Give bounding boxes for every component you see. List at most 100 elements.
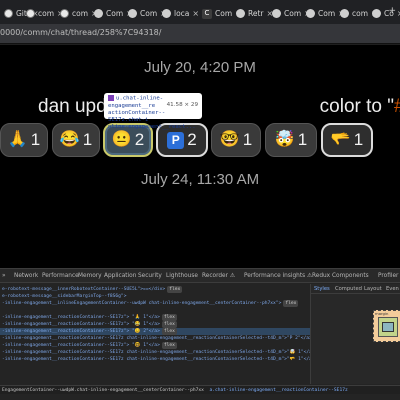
dom-node-row[interactable]: -inline-engagement__reactionContainer--S… bbox=[0, 335, 310, 342]
box-model-diagram: margin bbox=[373, 310, 400, 342]
styles-pane: Styles Computed Layout Even margin bbox=[310, 284, 400, 384]
dom-node-row[interactable]: -inline-engagement__reactionContainer--S… bbox=[0, 349, 310, 356]
dom-node-text: -inline-engagement__reactionContainer--S… bbox=[2, 315, 160, 320]
tab-label: Com bbox=[106, 9, 124, 18]
reaction-count: 1 bbox=[353, 130, 364, 149]
devtools-tab[interactable]: Lighthouse bbox=[166, 273, 198, 279]
url-text[interactable]: 0000/comm/chat/thread/258%7C94318/ bbox=[0, 28, 161, 37]
tab-label: com bbox=[352, 9, 369, 18]
tab-label: Retr bbox=[248, 9, 264, 18]
devtools-tab[interactable]: Components bbox=[332, 273, 369, 279]
reaction-exploding-head-button[interactable]: 🤯 1 bbox=[265, 123, 317, 157]
devtools-footer bbox=[0, 394, 400, 400]
flex-badge[interactable]: flex bbox=[161, 328, 177, 335]
reaction-neutral-icon: 😐 bbox=[111, 131, 132, 148]
reaction-count: 2 bbox=[134, 130, 145, 149]
tab-label: com bbox=[72, 9, 89, 18]
dom-node-text: e-robotext-message__sidebarMarginTop--f8… bbox=[2, 294, 127, 299]
reaction-count: 1 bbox=[82, 130, 93, 149]
devtools-tab[interactable]: Application bbox=[104, 273, 136, 279]
globe-icon bbox=[306, 9, 315, 18]
globe-icon bbox=[94, 9, 103, 18]
dom-node-text: -inline-engagement__reactionContainer--S… bbox=[2, 322, 160, 327]
element-icon bbox=[108, 95, 114, 101]
box-model-content bbox=[382, 322, 394, 332]
dom-node-row[interactable]: e-robotext-message__sidebarMarginTop--f8… bbox=[0, 293, 310, 300]
reaction-nerd-button[interactable]: 🤓 1 bbox=[211, 123, 261, 157]
devtools-tab[interactable]: Recorder ⚠ bbox=[202, 273, 235, 279]
flex-badge[interactable]: flex bbox=[161, 342, 177, 349]
devtools-tab[interactable]: Network bbox=[14, 273, 38, 279]
devtools-more-icon[interactable]: » bbox=[2, 273, 6, 279]
dom-node-row[interactable]: -inline-engagement__reactionContainer--S… bbox=[0, 342, 310, 349]
tooltip-line-2: actionContainer--SE17z.chat-i bbox=[108, 109, 166, 123]
reaction-exploding-head-icon: 🤯 bbox=[274, 131, 295, 148]
devtools-breadcrumb[interactable]: EngagementContainer--uwdpW.chat-inline-e… bbox=[0, 385, 400, 394]
tooltip-line-1: u.chat-inline-engagement__re bbox=[108, 95, 164, 109]
devtools-tab[interactable]: Profiler bbox=[378, 273, 398, 279]
breadcrumb-parent[interactable]: EngagementContainer--uwdpW.chat-inline-e… bbox=[2, 388, 204, 393]
tab-label: Com bbox=[215, 9, 233, 18]
elements-tree[interactable]: e-robotext-message__innerRobotextContain… bbox=[0, 284, 310, 384]
reaction-nerd-icon: 🤓 bbox=[219, 131, 240, 148]
tab-computed[interactable]: Computed bbox=[335, 286, 362, 292]
reaction-pray-icon: 🙏 bbox=[7, 131, 28, 148]
reaction-count: 1 bbox=[242, 130, 253, 149]
dom-node-text: -inline-engagement__reactionContainer--S… bbox=[2, 336, 310, 341]
reaction-count: 1 bbox=[297, 130, 308, 149]
message-timestamp: July 20, 4:20 PM bbox=[144, 59, 256, 76]
reaction-joy-icon: 😂 bbox=[59, 131, 80, 148]
dom-node-row[interactable]: -inline-engagement__reactionContainer--S… bbox=[0, 314, 310, 321]
address-bar[interactable]: 0000/comm/chat/thread/258%7C94318/ bbox=[0, 24, 400, 44]
globe-icon bbox=[236, 9, 245, 18]
flex-badge[interactable]: flex bbox=[283, 300, 299, 307]
color-hex: #c85000 bbox=[394, 96, 400, 117]
globe-icon bbox=[272, 9, 281, 18]
dom-node-text: e-robotext-message__innerRobotextContain… bbox=[2, 287, 166, 292]
message-timestamp: July 24, 11:30 AM bbox=[140, 171, 260, 188]
flex-badge[interactable]: flex bbox=[161, 314, 177, 321]
system-message: dan updatedcolor to "#c85000" bbox=[38, 96, 400, 118]
devtools-inspect-tooltip: u.chat-inline-engagement__re actionConta… bbox=[104, 93, 202, 130]
reaction-parking-icon: P bbox=[167, 131, 185, 149]
devtools-tab[interactable]: Performance insights ⚠ bbox=[244, 273, 312, 279]
breadcrumb-current[interactable]: a.chat-inline-engagement__reactionContai… bbox=[209, 388, 347, 393]
styles-tabs: Styles Computed Layout Even bbox=[311, 284, 400, 294]
reaction-count: 1 bbox=[30, 130, 41, 149]
browser-tab[interactable]: loca × bbox=[158, 3, 203, 24]
devtools-panel: » Network Performance Memory Application Secu… bbox=[0, 268, 400, 400]
globe-icon bbox=[128, 9, 137, 18]
globe-icon bbox=[372, 9, 381, 18]
reaction-palm-down-icon: 🫳 bbox=[330, 131, 351, 148]
reaction-joy-button[interactable]: 😂 1 bbox=[52, 123, 100, 157]
new-tab-icon[interactable]: + bbox=[388, 6, 396, 16]
box-model-label: margin bbox=[375, 311, 389, 316]
tooltip-line-3: nline-engagement__react... bbox=[108, 123, 196, 130]
dom-node-row[interactable]: -inline-engagement__reactionContainer--S… bbox=[0, 321, 310, 328]
tab-styles[interactable]: Styles bbox=[314, 286, 330, 292]
dom-node-text: -inline-engagement__reactionContainer--S… bbox=[2, 350, 310, 355]
dom-node-text: -inline-engagement__reactionContainer--S… bbox=[2, 343, 160, 348]
devtools-tab[interactable]: Redux bbox=[312, 273, 330, 279]
tab-layout[interactable]: Layout bbox=[364, 286, 382, 292]
reaction-pray-button[interactable]: 🙏 1 bbox=[0, 123, 48, 157]
reaction-palm-down-button[interactable]: 🫳 1 bbox=[321, 123, 373, 157]
dom-node-row[interactable]: e-robotext-message__innerRobotextContain… bbox=[0, 286, 310, 293]
dom-node-row[interactable]: -inline-engagement__reactionContainer--S… bbox=[0, 328, 310, 335]
globe-icon bbox=[162, 9, 171, 18]
github-icon bbox=[4, 9, 13, 18]
devtools-tab[interactable]: Security bbox=[138, 273, 162, 279]
dom-node-row[interactable]: -inline-engagement__reactionContainer--S… bbox=[0, 356, 310, 363]
github-icon bbox=[26, 9, 35, 18]
flex-badge[interactable]: flex bbox=[167, 286, 183, 293]
reaction-count: 2 bbox=[187, 130, 197, 149]
devtools-tab[interactable]: Memory bbox=[78, 273, 102, 279]
devtools-tab[interactable]: Performance bbox=[42, 273, 79, 279]
dom-node-row[interactable]: -inline-engagement__inlineEngagementCont… bbox=[0, 300, 310, 307]
flex-badge[interactable]: flex bbox=[161, 321, 177, 328]
github-icon bbox=[60, 9, 69, 18]
globe-icon bbox=[340, 9, 349, 18]
tab-event-listeners[interactable]: Even bbox=[386, 286, 399, 292]
dom-node-text: -inline-engagement__inlineEngagementCont… bbox=[2, 301, 282, 306]
tab-label: loca bbox=[174, 9, 190, 18]
